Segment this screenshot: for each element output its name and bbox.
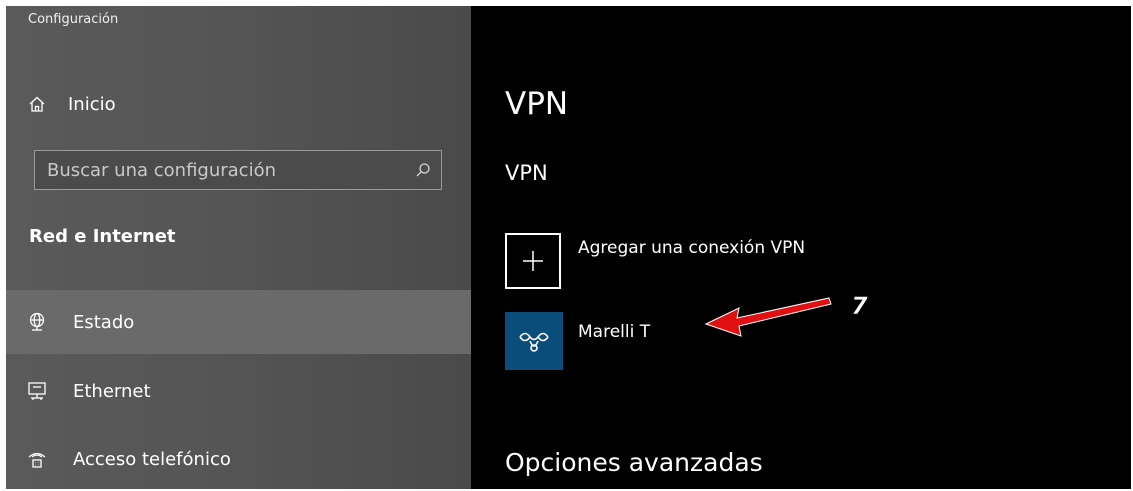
search-box[interactable] (34, 150, 442, 190)
app-title: Configuración (28, 12, 119, 27)
settings-window: Configuración Inicio Red e Internet (6, 6, 1131, 489)
dialup-icon (26, 448, 48, 470)
nav-home-label: Inicio (68, 93, 116, 115)
sidebar-item-estado[interactable]: Estado (6, 290, 471, 354)
sidebar-item-acceso-telefonico[interactable]: Acceso telefónico (6, 434, 471, 484)
globe-icon (26, 311, 48, 333)
advanced-options-heading: Opciones avanzadas (505, 448, 763, 477)
step-number: 7 (851, 292, 868, 320)
add-vpn-label[interactable]: Agregar una conexión VPN (578, 238, 805, 258)
search-input[interactable] (35, 158, 405, 182)
main-content: VPN VPN Agregar una conexión VPN Marelli… (471, 6, 1131, 489)
section-title: VPN (505, 161, 548, 185)
search-icon[interactable] (405, 151, 441, 189)
sidebar-item-label: Estado (73, 311, 135, 333)
vpn-connection-tile[interactable] (505, 312, 563, 370)
section-heading: Red e Internet (29, 226, 176, 247)
vpn-provider-icon (519, 332, 549, 352)
add-vpn-button[interactable] (505, 233, 561, 289)
red-arrow-shape (704, 297, 832, 337)
sidebar-item-label: Ethernet (73, 380, 151, 402)
annotation-arrow: 7 (704, 292, 868, 337)
vpn-connection-name[interactable]: Marelli T (578, 322, 650, 342)
sidebar-item-ethernet[interactable]: Ethernet (6, 366, 471, 416)
sidebar-item-label: Acceso telefónico (73, 448, 231, 470)
nav-home[interactable]: Inicio (6, 84, 471, 124)
ethernet-icon (26, 380, 48, 402)
sidebar: Configuración Inicio Red e Internet (6, 6, 471, 489)
page-title: VPN (505, 86, 569, 122)
home-icon (26, 93, 48, 115)
plus-icon (523, 251, 543, 271)
